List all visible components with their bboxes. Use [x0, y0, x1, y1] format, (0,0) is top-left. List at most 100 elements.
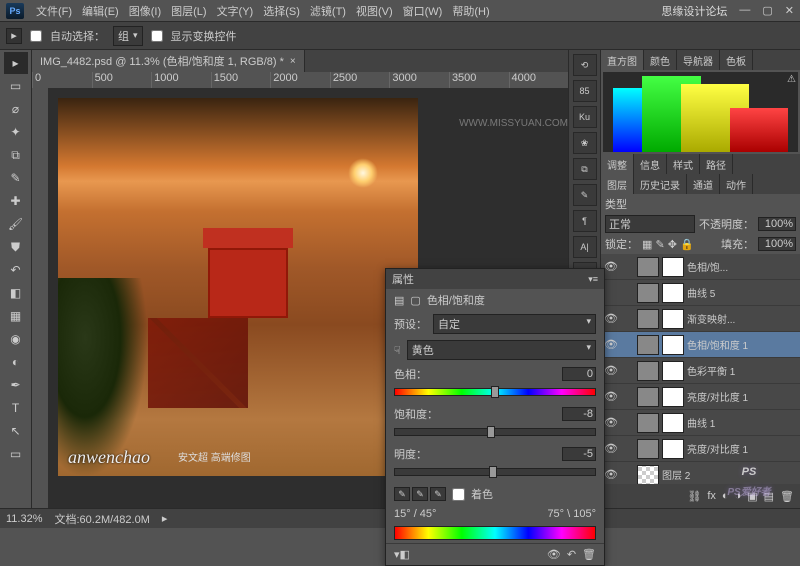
dodge-tool[interactable]: ◐	[4, 351, 28, 373]
shape-tool[interactable]: ▭	[4, 443, 28, 465]
opacity-value[interactable]: 100%	[758, 217, 796, 231]
heal-tool[interactable]: ✚	[4, 190, 28, 212]
mid-icon[interactable]: ⟲	[573, 54, 597, 76]
zoom-value[interactable]: 11.32%	[6, 513, 43, 525]
gradient-tool[interactable]: ▦	[4, 305, 28, 327]
layer-thumb[interactable]	[637, 309, 659, 329]
chevron-right-icon[interactable]: ▸	[162, 512, 168, 525]
adj-layer-icon[interactable]: ◑	[735, 490, 742, 502]
lasso-tool[interactable]: ⌀	[4, 98, 28, 120]
preset-dropdown[interactable]: 自定	[433, 314, 596, 334]
tab-info[interactable]: 信息	[634, 154, 667, 174]
document-tab[interactable]: IMG_4482.psd @ 11.3% (色相/饱和度 1, RGB/8) *…	[32, 50, 305, 72]
menu-layer[interactable]: 图层(L)	[167, 1, 210, 21]
mid-icon[interactable]: 85	[573, 80, 597, 102]
hue-slider[interactable]	[394, 388, 596, 400]
type-tool[interactable]: T	[4, 397, 28, 419]
sat-slider[interactable]	[394, 428, 596, 440]
mask-thumb[interactable]	[662, 309, 684, 329]
mask-thumb[interactable]	[662, 413, 684, 433]
properties-panel[interactable]: 属性 ▾≡ ▤ ▢ 色相/饱和度 预设： 自定 ☟ 黄色 色相： 0 饱和度： …	[385, 268, 605, 566]
crop-tool[interactable]: ⧉	[4, 144, 28, 166]
visibility-icon[interactable]: 👁	[603, 389, 619, 405]
close-icon[interactable]: ✕	[785, 4, 794, 17]
blur-tool[interactable]: ◉	[4, 328, 28, 350]
layer-row[interactable]: 👁图层 2	[601, 462, 800, 484]
color-range-bar[interactable]	[394, 526, 596, 540]
mid-icon[interactable]: Ku	[573, 106, 597, 128]
tab-history[interactable]: 历史记录	[634, 174, 687, 194]
mid-icon[interactable]: A|	[573, 236, 597, 258]
eyedrop-tool[interactable]: ✎	[4, 167, 28, 189]
path-tool[interactable]: ↖	[4, 420, 28, 442]
link-layers-icon[interactable]: ⛓	[687, 490, 701, 503]
layer-row[interactable]: 曲线 5	[601, 280, 800, 306]
properties-header[interactable]: 属性 ▾≡	[386, 269, 604, 289]
tab-paths[interactable]: 路径	[700, 154, 733, 174]
history-brush-tool[interactable]: ↶	[4, 259, 28, 281]
move-tool[interactable]: ▸	[4, 52, 28, 74]
tab-swatches[interactable]: 色板	[720, 50, 753, 70]
tab-adjustments[interactable]: 调整	[601, 154, 634, 174]
mid-icon[interactable]: ⧉	[573, 158, 597, 180]
eyedrop-plus-icon[interactable]: ✎	[412, 487, 428, 501]
delete-adj-icon[interactable]: 🗑	[582, 548, 596, 561]
layer-row[interactable]: 👁 色相/饱和度 1	[601, 332, 800, 358]
tab-histogram[interactable]: 直方图	[601, 50, 644, 70]
layer-name[interactable]: 色相/饱和度 1	[687, 337, 798, 352]
visibility-icon[interactable]: 👁	[603, 337, 619, 353]
menu-type[interactable]: 文字(Y)	[213, 1, 258, 21]
menu-window[interactable]: 窗口(W)	[399, 1, 447, 21]
visibility-icon[interactable]: 👁	[603, 441, 619, 457]
group-icon[interactable]: ▣	[747, 490, 757, 503]
tab-channels[interactable]: 通道	[687, 174, 720, 194]
menu-view[interactable]: 视图(V)	[352, 1, 397, 21]
new-layer-icon[interactable]: ▤	[764, 490, 774, 503]
reset-icon[interactable]: ↶	[567, 548, 576, 561]
layer-name[interactable]: 亮度/对比度 1	[687, 441, 798, 456]
mid-icon[interactable]: ✎	[573, 184, 597, 206]
pen-tool[interactable]: ✒	[4, 374, 28, 396]
tab-close-icon[interactable]: ×	[290, 56, 296, 67]
layer-name[interactable]: 曲线 5	[687, 285, 798, 300]
mask-thumb[interactable]	[662, 387, 684, 407]
layer-name[interactable]: 曲线 1	[687, 415, 798, 430]
layer-thumb[interactable]	[637, 257, 659, 277]
layer-list[interactable]: 👁色相/饱...曲线 5👁渐变映射...👁色相/饱和度 1👁色彩平衡 1👁亮度/…	[601, 254, 800, 484]
panel-menu-icon[interactable]: ▾≡	[588, 274, 598, 285]
mask-thumb[interactable]	[662, 283, 684, 303]
blend-mode-dropdown[interactable]: 正常	[605, 215, 695, 233]
mid-icon[interactable]: ❀	[573, 132, 597, 154]
maximize-icon[interactable]: ▢	[762, 4, 772, 17]
minimize-icon[interactable]: —	[739, 4, 750, 17]
layer-row[interactable]: 👁色相/饱...	[601, 254, 800, 280]
mask-thumb[interactable]	[662, 439, 684, 459]
menu-select[interactable]: 选择(S)	[259, 1, 304, 21]
menu-help[interactable]: 帮助(H)	[448, 1, 493, 21]
layer-thumb[interactable]	[637, 335, 659, 355]
layer-thumb[interactable]	[637, 413, 659, 433]
layer-style-icon[interactable]: fx	[707, 490, 716, 502]
brush-tool[interactable]: 🖌	[4, 213, 28, 235]
lig-slider[interactable]	[394, 468, 596, 480]
mask-thumb[interactable]	[662, 335, 684, 355]
layer-thumb[interactable]	[637, 465, 659, 485]
layer-thumb[interactable]	[637, 439, 659, 459]
layer-thumb[interactable]	[637, 387, 659, 407]
stamp-tool[interactable]: ⛊	[4, 236, 28, 258]
lig-value[interactable]: -5	[562, 447, 596, 461]
main-menu[interactable]: 文件(F) 编辑(E) 图像(I) 图层(L) 文字(Y) 选择(S) 滤镜(T…	[32, 1, 494, 21]
transform-checkbox[interactable]	[151, 30, 163, 42]
menu-file[interactable]: 文件(F)	[32, 1, 76, 21]
tab-styles[interactable]: 样式	[667, 154, 700, 174]
menu-image[interactable]: 图像(I)	[125, 1, 165, 21]
visibility-icon[interactable]: 👁	[603, 415, 619, 431]
tab-layers[interactable]: 图层	[601, 174, 634, 194]
layer-row[interactable]: 👁色彩平衡 1	[601, 358, 800, 384]
visibility-icon[interactable]: 👁	[603, 363, 619, 379]
marquee-tool[interactable]: ▭	[4, 75, 28, 97]
mask-thumb[interactable]	[662, 257, 684, 277]
mid-icon[interactable]: ¶	[573, 210, 597, 232]
tab-navigator[interactable]: 导航器	[677, 50, 720, 70]
mask-thumb[interactable]	[662, 361, 684, 381]
